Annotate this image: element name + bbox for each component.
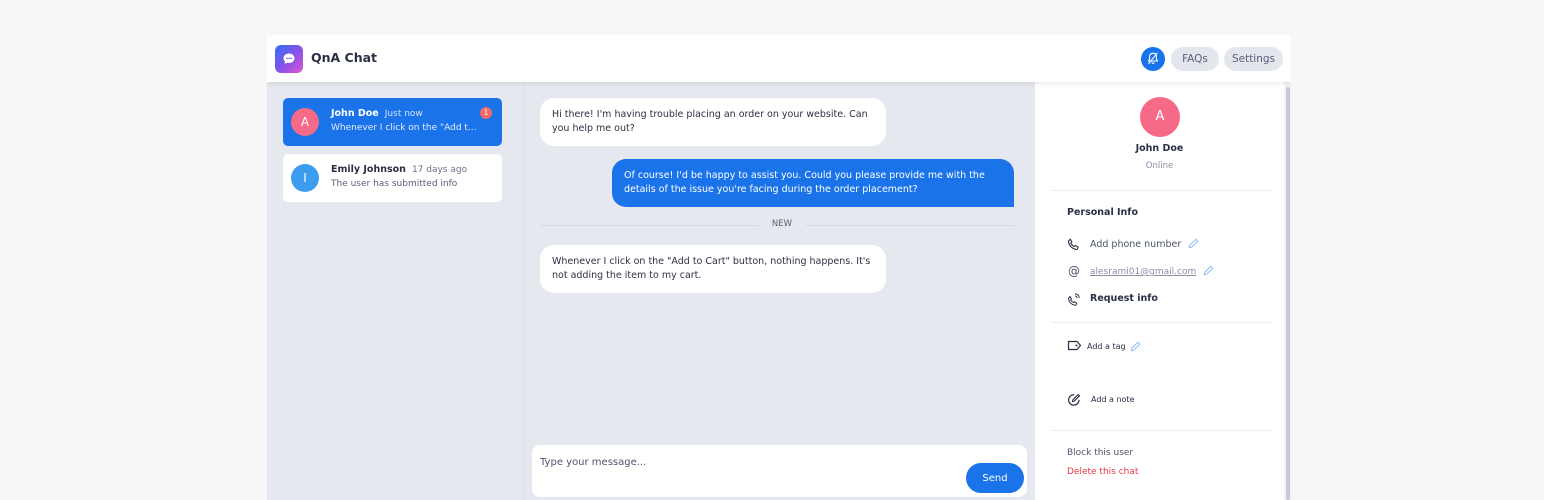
conversation-name-text: Emily Johnson [331,164,406,175]
faqs-button[interactable]: FAQs [1171,47,1219,71]
separator [1051,190,1272,191]
app-logo [275,45,303,73]
separator [1051,322,1272,323]
conversation-preview: The user has submitted info [331,179,458,189]
unread-badge: 1 [480,107,492,119]
conversation-list: A John Doe Just now Whenever I click on t… [267,82,524,500]
chat-area: Hi there! I'm having trouble placing an … [524,82,1035,500]
conversation-time: Just now [384,109,423,119]
conversation-preview: Whenever I click on the "Add t... [331,123,477,133]
profile-status: Online [1145,161,1174,171]
send-button[interactable]: Send [966,463,1024,493]
avatar: A [291,108,319,136]
pencil-icon[interactable] [1130,341,1141,352]
delete-chat-link[interactable]: Delete this chat [1067,467,1138,477]
conversation-time: 17 days ago [411,165,468,175]
profile-name: John Doe [1135,143,1184,154]
tag-icon [1067,340,1082,351]
bell-off-icon [1147,52,1159,65]
profile-avatar: A [1140,97,1180,137]
add-phone-link[interactable]: Add phone number [1090,239,1181,250]
chat-bubble-icon [283,53,295,64]
new-messages-divider: NEW [771,219,793,229]
scrollbar-thumb[interactable] [1286,87,1290,500]
message-incoming: Whenever I click on the "Add to Cart" bu… [540,245,886,293]
separator [1051,430,1272,431]
message-incoming: Hi there! I'm having trouble placing an … [540,98,886,146]
request-info-link[interactable]: Request info [1090,293,1158,304]
note-icon [1068,393,1081,406]
block-user-link[interactable]: Block this user [1067,448,1133,458]
personal-info-heading: Personal Info [1067,207,1138,218]
conversation-item-emily-johnson[interactable]: I Emily Johnson 17 days ago The user has … [283,154,502,202]
profile-panel: A John Doe Online Personal Info Add phon… [1035,82,1284,500]
message-outgoing: Of course! I'd be happy to assist you. C… [612,159,1014,207]
pencil-icon[interactable] [1188,238,1199,249]
notifications-button[interactable] [1141,47,1165,71]
divider-line-left [540,225,759,226]
at-sign-icon: @ [1068,264,1080,278]
add-tag-link[interactable]: Add a tag [1087,342,1126,351]
email-link[interactable]: alesrami01@gmail.com [1090,267,1196,277]
app-title: QnA Chat [311,50,378,65]
conversation-name-text: John Doe [331,108,379,119]
phone-wave-icon [1067,293,1080,306]
avatar: I [291,164,319,192]
pencil-icon[interactable] [1203,265,1214,276]
divider-line-right [805,225,1014,226]
conversation-name: Emily Johnson 17 days ago [331,164,467,175]
message-input[interactable] [540,451,940,473]
message-composer: Send [532,445,1027,497]
add-note-link[interactable]: Add a note [1091,395,1135,404]
settings-button[interactable]: Settings [1224,47,1283,71]
phone-icon [1067,238,1079,251]
conversation-item-john-doe[interactable]: A John Doe Just now Whenever I click on t… [283,98,502,146]
top-bar: QnA Chat FAQs Settings [267,35,1291,82]
conversation-name: John Doe Just now [331,108,423,119]
app-window: QnA Chat FAQs Settings A John Doe Just no… [267,35,1291,500]
